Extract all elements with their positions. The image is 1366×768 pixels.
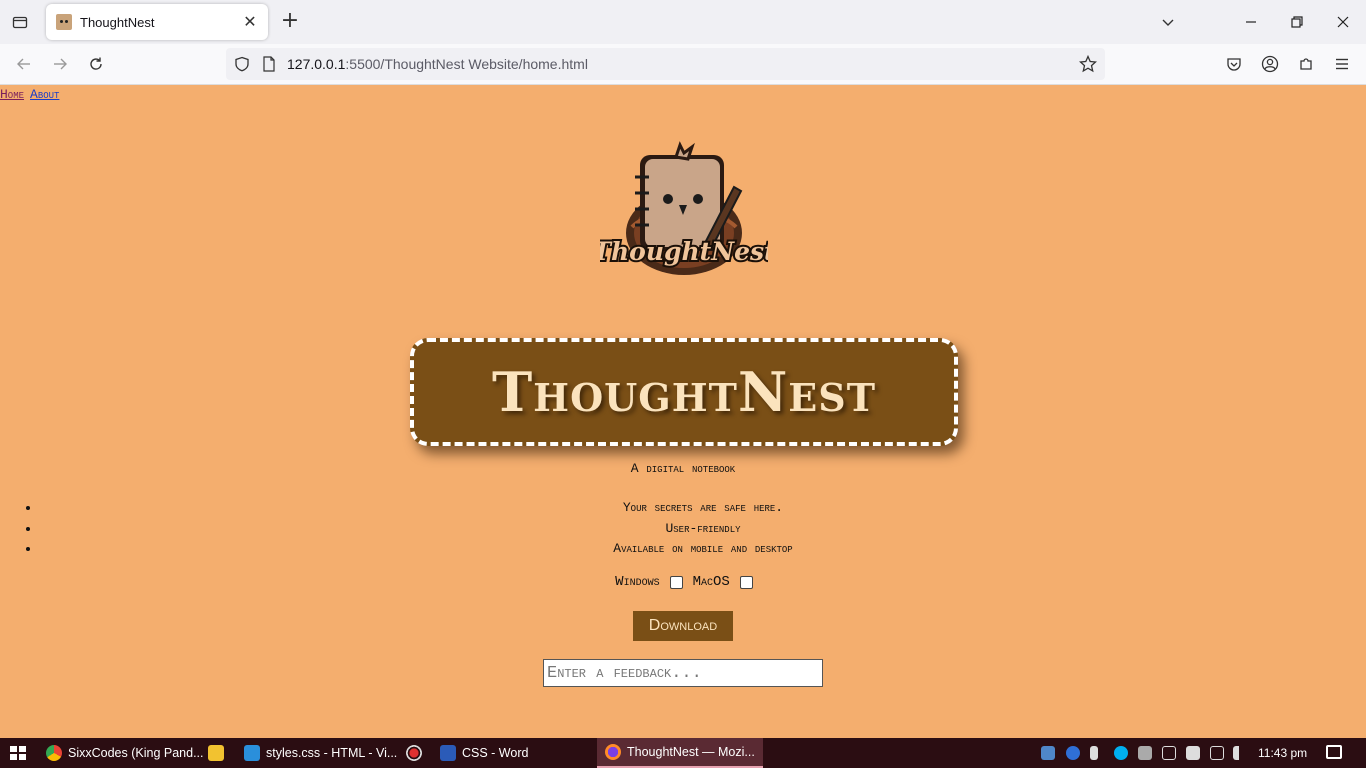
steam-icon[interactable] [1041,746,1055,760]
tab-title: ThoughtNest [80,14,155,30]
browser-tab-bar: ThoughtNest ✕ + [0,0,1366,44]
windows-checkbox[interactable] [669,575,683,589]
taskbar-item-label: ThoughtNest — Mozi... [627,745,755,759]
vscode-icon [244,745,260,761]
helper-icon[interactable] [1138,746,1152,760]
bluetooth-icon[interactable] [1066,746,1080,760]
minimize-icon[interactable] [1239,10,1263,34]
restore-icon[interactable] [1285,10,1309,34]
logo-text: ThoughtNest [600,237,768,266]
word-icon [440,745,456,761]
taskbar-item-label: styles.css - HTML - Vi... [266,746,398,760]
firefox-icon [605,744,621,760]
volume-icon[interactable] [1233,746,1247,760]
feature-item-secrets: Your secrets are safe here. [40,498,1366,519]
windows-taskbar: SixxCodes (King Pand... styles.css - HTM… [0,738,1366,768]
feature-item-platforms: Available on mobile and desktop [40,539,1366,560]
feedback-input[interactable]: Enter a feedback... [543,659,823,687]
taskbar-item-recorder[interactable] [406,738,428,768]
list-all-tabs-icon[interactable] [1156,10,1180,34]
shield-icon[interactable] [234,56,250,72]
menu-icon[interactable] [1330,52,1354,76]
taskbar-clock[interactable]: 11:43 pm [1258,746,1307,760]
nav-link-about[interactable]: About [30,87,59,102]
page-subtitle: A digital notebook [630,461,736,476]
url-text[interactable]: 127.0.0.1:5500/ThoughtNest Website/home.… [287,56,588,72]
thoughtnest-logo: ThoughtNest [600,141,768,275]
address-bar[interactable]: 127.0.0.1:5500/ThoughtNest Website/home.… [226,48,1105,80]
reload-icon[interactable] [84,52,108,76]
forward-icon[interactable] [48,52,72,76]
camera-icon[interactable] [1162,746,1176,760]
file-explorer-icon [208,745,224,761]
taskbar-item-word[interactable]: CSS - Word [440,738,528,768]
tab-thoughtnest[interactable]: ThoughtNest ✕ [46,4,268,40]
url-path: :5500/ThoughtNest Website/home.html [345,56,588,72]
pocket-icon[interactable] [1222,52,1246,76]
extensions-icon[interactable] [1294,52,1318,76]
close-window-icon[interactable] [1331,10,1355,34]
os-selector: Windows MacOS [0,574,1366,590]
notification-icon[interactable] [1326,745,1342,759]
chrome-icon [46,745,62,761]
tab-list-icon[interactable] [8,10,32,34]
macos-checkbox[interactable] [739,575,753,589]
taskbar-item-explorer[interactable] [208,738,230,768]
taskbar-item-vscode[interactable]: styles.css - HTML - Vi... [244,738,397,768]
shield-tray-icon[interactable] [1186,746,1200,760]
network-icon[interactable] [1210,746,1224,760]
feature-list: Your secrets are safe here. User-friendl… [0,498,1366,560]
taskbar-item-label: CSS - Word [462,746,529,760]
taskbar-item-firefox[interactable]: ThoughtNest — Mozi... [597,738,763,768]
windows-start-icon[interactable] [10,746,26,760]
url-host: 127.0.0.1 [287,56,346,72]
macos-label: MacOS [692,574,730,590]
page-icon[interactable] [262,56,276,72]
close-tab-icon[interactable]: ✕ [242,14,258,30]
cursor-icon[interactable] [1090,746,1098,760]
nav-link-home[interactable]: Home [0,87,24,102]
taskbar-item-label: SixxCodes (King Pand... [68,746,204,760]
site-nav: Home About [0,87,65,102]
owl-favicon-icon [56,14,72,30]
banner-title: ThoughtNest [491,360,876,424]
hero-banner: ThoughtNest [410,338,958,446]
record-icon [406,745,422,761]
account-icon[interactable] [1258,52,1282,76]
new-tab-button[interactable]: + [278,10,302,34]
taskbar-item-chrome[interactable]: SixxCodes (King Pand... [46,738,204,768]
download-button[interactable]: Download [633,611,733,641]
feature-item-user-friendly: User-friendly [40,519,1366,540]
back-icon[interactable] [12,52,36,76]
page-content: Home About ThoughtNest ThoughtNest A digi… [0,85,1366,738]
bookmark-star-icon[interactable] [1079,55,1097,73]
browser-nav-bar: 127.0.0.1:5500/ThoughtNest Website/home.… [0,44,1366,85]
windows-label: Windows [615,574,660,590]
skype-icon[interactable] [1114,746,1128,760]
